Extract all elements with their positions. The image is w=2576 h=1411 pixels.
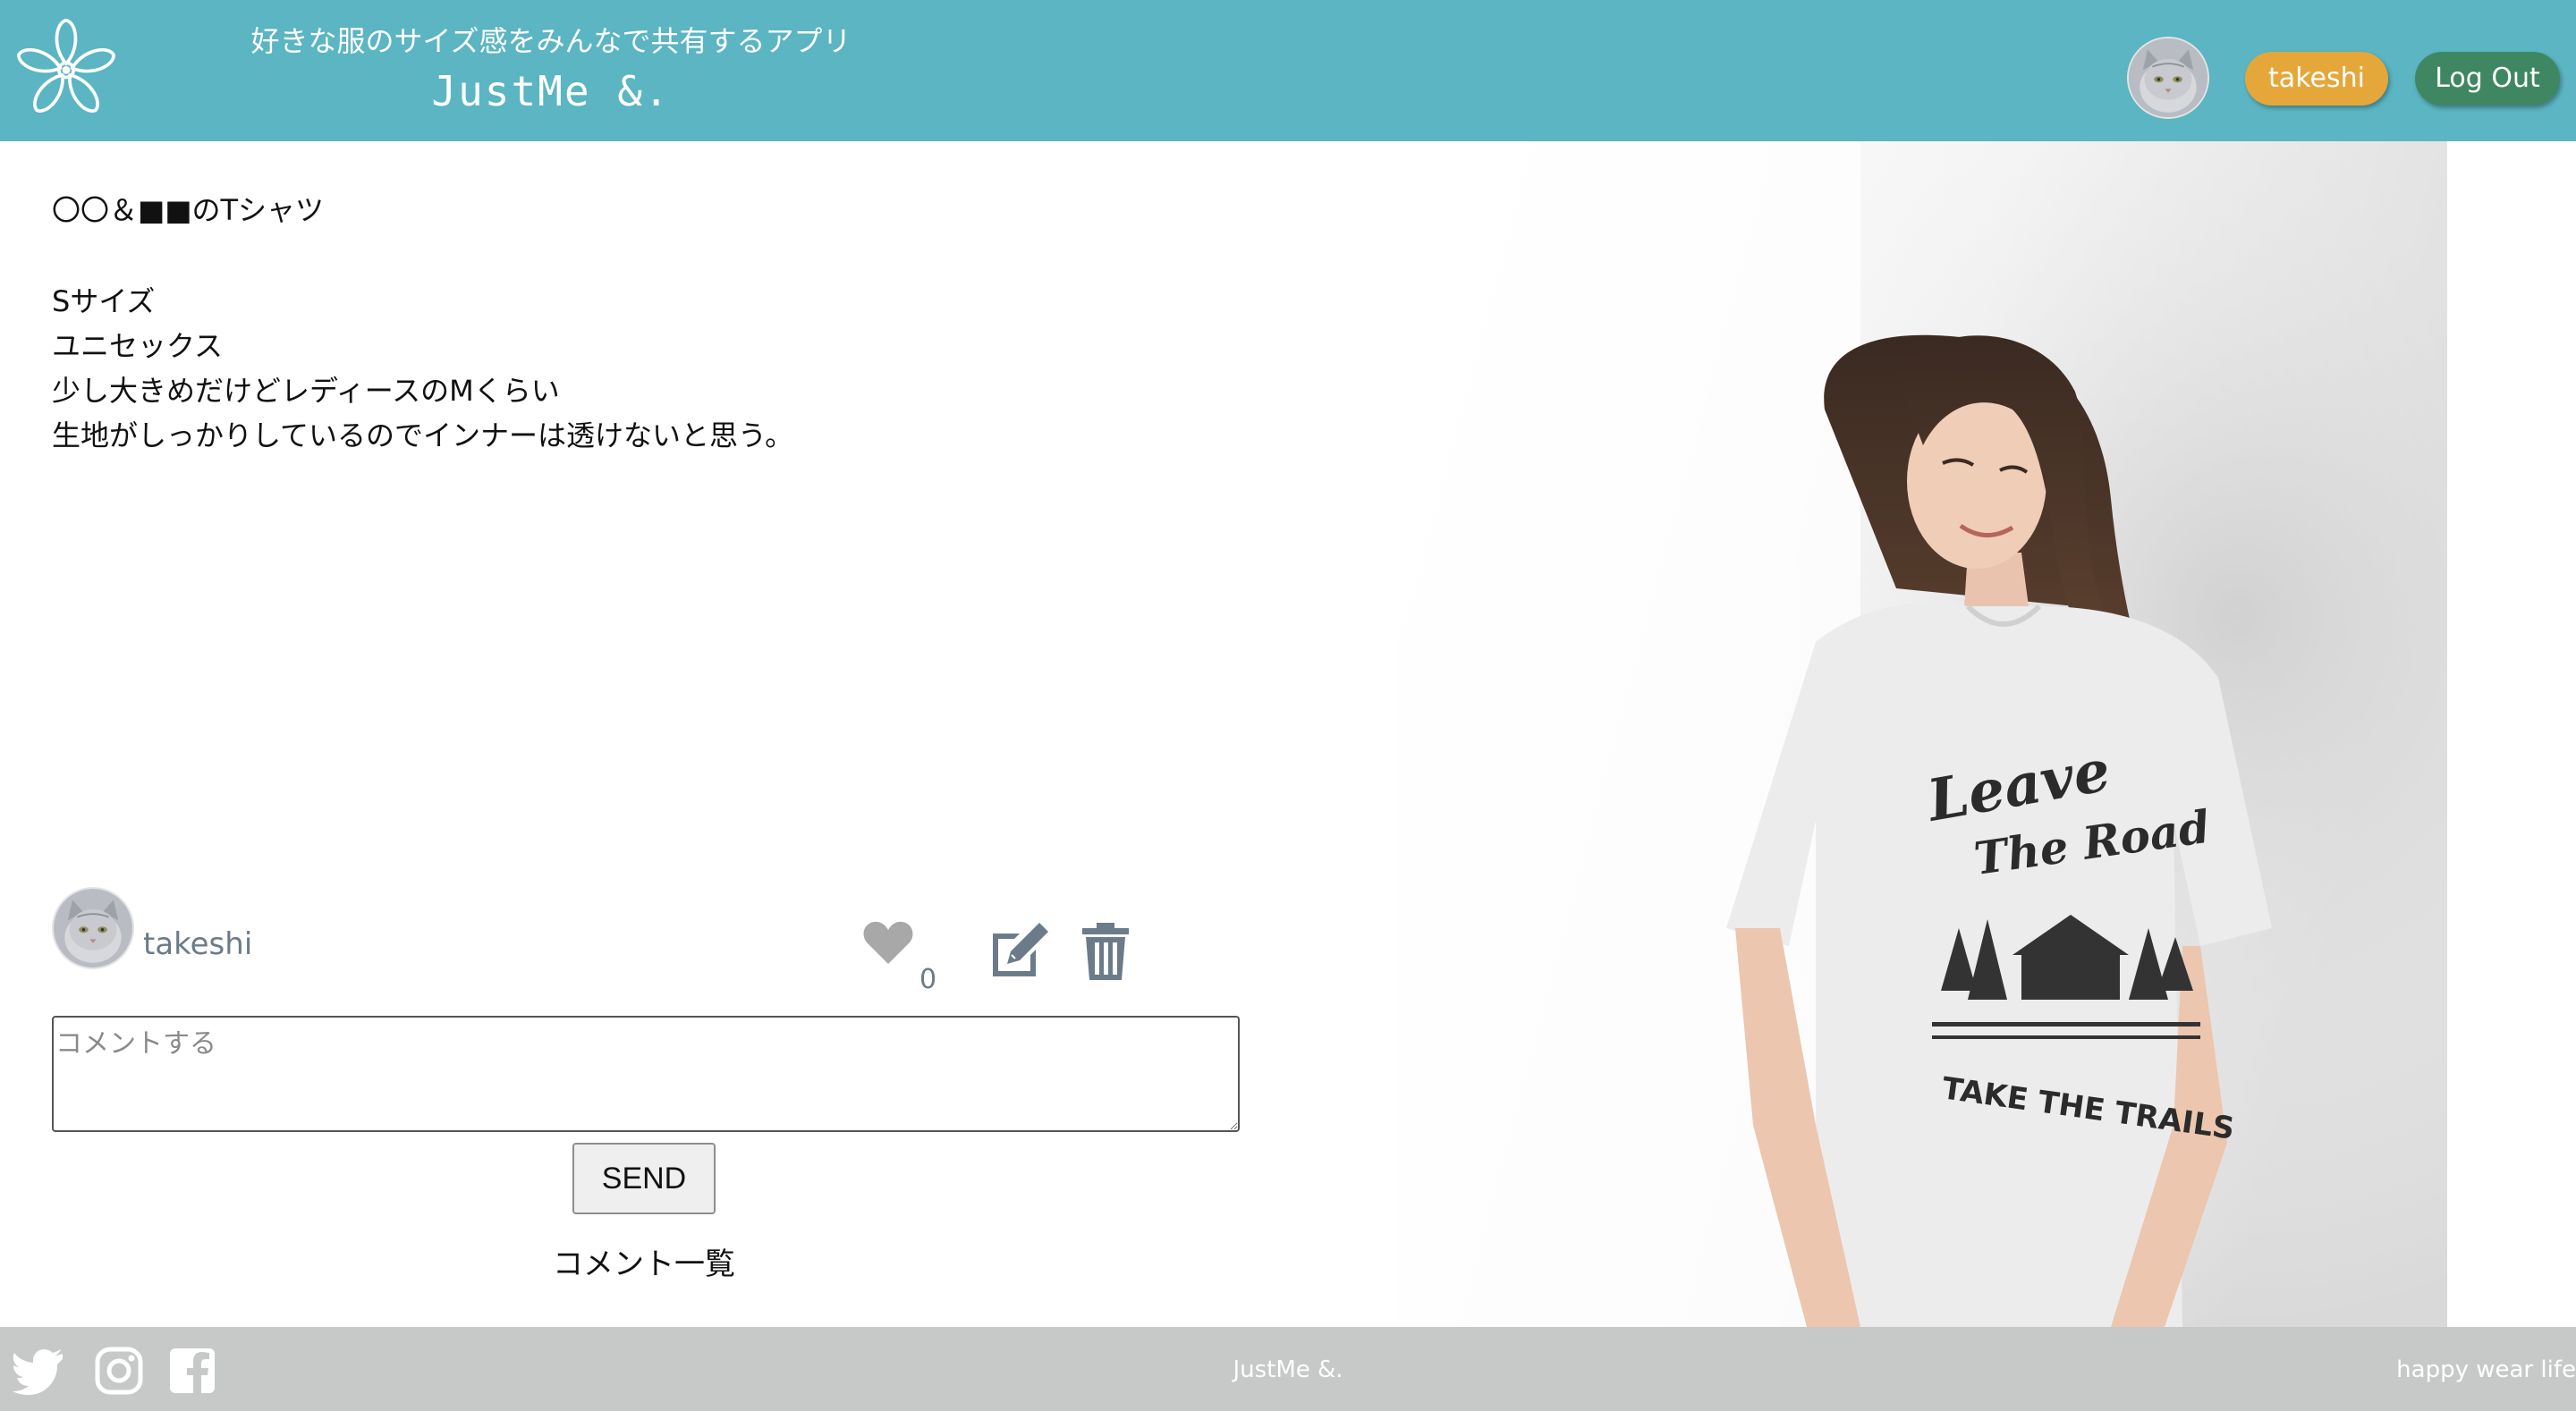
post-line: 生地がしっかりしているのでインナーは透けないと思う。: [52, 418, 794, 452]
twitter-icon[interactable]: [13, 1347, 64, 1395]
cat-avatar-image: [54, 889, 132, 967]
trash-icon[interactable]: [1080, 923, 1131, 980]
header-avatar[interactable]: [2127, 37, 2209, 119]
post-line: Sサイズ: [52, 284, 156, 318]
author-name[interactable]: takeshi: [143, 925, 252, 964]
cat-avatar-image: [2129, 38, 2207, 117]
instagram-icon[interactable]: [93, 1347, 145, 1395]
post-photo: Leave The Road TAKE THE TRAILS: [1395, 141, 2447, 1327]
edit-icon[interactable]: [987, 921, 1050, 978]
user-name-button[interactable]: takeshi: [2245, 52, 2388, 106]
app-footer: JustMe &. happy wear life: [0, 1327, 2576, 1411]
post-line: 少し大きめだけどレディースのMくらい: [52, 374, 560, 408]
footer-slogan: happy wear life: [2396, 1356, 2576, 1383]
send-button[interactable]: SEND: [572, 1143, 716, 1214]
heart-icon[interactable]: [862, 919, 914, 966]
app-tagline: 好きな服のサイズ感をみんなで共有するアプリ: [250, 24, 852, 58]
post-title: 〇〇＆■■のTシャツ: [52, 193, 325, 227]
model-tshirt-photo: Leave The Road TAKE THE TRAILS: [1395, 141, 2447, 1327]
author-avatar[interactable]: [52, 887, 134, 969]
logout-button[interactable]: Log Out: [2415, 52, 2560, 106]
app-title[interactable]: JustMe &.: [247, 64, 855, 118]
like-count: 0: [919, 964, 937, 995]
footer-brand: JustMe &.: [1233, 1356, 1343, 1383]
comment-input[interactable]: [52, 1016, 1240, 1132]
post-body: 〇〇＆■■のTシャツ Sサイズ ユニセックス 少し大きめだけどレディースのMくら…: [52, 188, 1036, 458]
flower-logo-icon[interactable]: [14, 16, 118, 120]
comment-list-title: コメント一覧: [553, 1246, 735, 1282]
facebook-icon[interactable]: [166, 1347, 218, 1395]
post-line: ユニセックス: [52, 329, 224, 363]
app-header: 好きな服のサイズ感をみんなで共有するアプリ JustMe &. takeshi …: [0, 0, 2576, 141]
